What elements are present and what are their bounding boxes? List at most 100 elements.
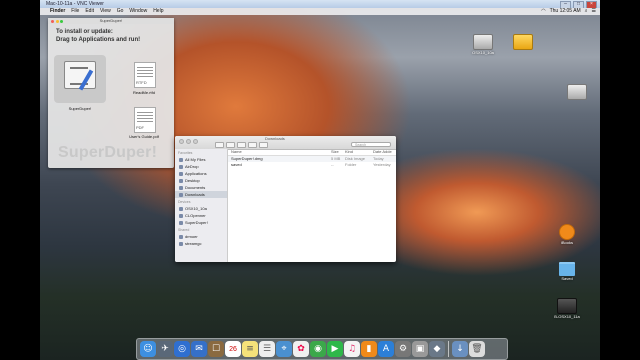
external-disk-icon [513, 34, 533, 50]
dock: ☺ ✈ ◎ ✉ ☐ 26 ≡ ☰ ⌖ ✿ ◉ ▶ ♫ ▮ A ⚙ ▣ ◆ ↓ 🗑 [136, 338, 508, 360]
airdrop-icon [179, 164, 183, 169]
menu-go[interactable]: Go [117, 8, 124, 15]
facetime-dock-icon[interactable]: ▶ [327, 341, 343, 357]
finder-file-list: Name Size Kind Date Adde SuperDuper!.dmg… [228, 149, 396, 262]
safari-dock-icon[interactable]: ◎ [174, 341, 190, 357]
shared-header: Shared [178, 228, 190, 232]
desktop-disk-osx10-11a[interactable]: B-OSX10_11a [548, 298, 586, 319]
mac-menubar: Finder File Edit View Go Window Help ◠ T… [40, 8, 600, 15]
downloads-stack-dock-icon[interactable]: ↓ [452, 341, 468, 357]
column-date[interactable]: Date Adde [373, 149, 396, 155]
desktop-ibooks[interactable]: iBooks [552, 224, 582, 245]
sidebar-item-all-my-files[interactable]: All My Files [175, 156, 227, 163]
ibooks-dock-icon[interactable]: ▮ [361, 341, 377, 357]
notification-center-icon[interactable]: ☰ [592, 8, 596, 15]
ibooks-icon [559, 224, 575, 240]
reminders-dock-icon[interactable]: ☰ [259, 341, 275, 357]
menu-finder[interactable]: Finder [50, 8, 65, 15]
sidebar-label: OSX10_10a [185, 206, 207, 211]
clock[interactable]: Thu 12:05 AM [550, 8, 581, 15]
desktop-icon-label: iBooks [560, 240, 573, 245]
sidebar-item-documents[interactable]: Documents [175, 184, 227, 191]
readme-document-icon[interactable]: RTFD [134, 62, 156, 88]
sidebar-item-clopenner[interactable]: CLOpenner [175, 212, 227, 219]
finder-search-input[interactable]: Search [351, 142, 391, 147]
column-name[interactable]: Name [228, 149, 331, 155]
menu-edit[interactable]: Edit [85, 8, 94, 15]
photos-dock-icon[interactable]: ✿ [293, 341, 309, 357]
sidebar-item-superduper[interactable]: SuperDuper! [175, 219, 227, 226]
finder-tool-buttons [215, 142, 268, 148]
sidebar-item-desktop[interactable]: Desktop [175, 177, 227, 184]
hard-disk-icon [567, 84, 587, 100]
system-preferences-dock-icon[interactable]: ⚙ [395, 341, 411, 357]
desktop-disk-osx10-10a[interactable]: OSX10_10a [468, 34, 498, 55]
sidebar-label: All My Files [185, 157, 206, 162]
finder-close-dot[interactable] [179, 139, 184, 144]
menu-help[interactable]: Help [153, 8, 163, 15]
sidebar-item-airdrop[interactable]: AirDrop [175, 163, 227, 170]
mail-dock-icon[interactable]: ✉ [191, 341, 207, 357]
vnc-title: Mac-10-11a - VNC Viewer [46, 1, 104, 7]
superduper-app-icon[interactable] [54, 55, 106, 103]
column-kind[interactable]: Kind [345, 149, 373, 155]
finder-zoom-dot[interactable] [193, 139, 198, 144]
computer-icon [179, 241, 183, 246]
itunes-dock-icon[interactable]: ♫ [344, 341, 360, 357]
notes-dock-icon[interactable]: ≡ [242, 341, 258, 357]
column-size[interactable]: Size [331, 149, 345, 155]
app-store-dock-icon[interactable]: A [378, 341, 394, 357]
table-row[interactable]: saved -- Folder Yesterday [228, 162, 396, 168]
file-kind: Folder [345, 162, 357, 167]
sidebar-item-shared-2[interactable]: streamgc [175, 240, 227, 247]
maps-dock-icon[interactable]: ⌖ [276, 341, 292, 357]
menu-view[interactable]: View [100, 8, 111, 15]
sidebar-label: AirDrop [185, 164, 199, 169]
finder-dock-icon[interactable]: ☺ [140, 341, 156, 357]
finder-traffic-lights [179, 139, 198, 144]
menu-window[interactable]: Window [129, 8, 147, 15]
view-mode-button[interactable] [237, 142, 246, 148]
utility-dock-icon[interactable]: ◆ [429, 341, 445, 357]
forward-button[interactable] [226, 142, 235, 148]
contacts-dock-icon[interactable]: ☐ [208, 341, 224, 357]
readme-label: ReadMe.rtfd [132, 90, 155, 95]
install-instructions: To install or update: Drag to Applicatio… [56, 28, 140, 44]
finder-minimize-dot[interactable] [186, 139, 191, 144]
spotlight-icon[interactable]: ⌕ [585, 8, 588, 15]
dmg-title: SuperDuper! [99, 18, 123, 23]
superduper-dock-icon[interactable]: ▣ [412, 341, 428, 357]
finder-sidebar: Favorites All My Files AirDrop Applicati… [175, 149, 228, 262]
zoom-dot[interactable] [60, 19, 63, 23]
instructions-line2: Drag to Applications and run! [56, 37, 141, 43]
sidebar-item-downloads[interactable]: Downloads [175, 191, 227, 198]
mac-desktop: Finder File Edit View Go Window Help ◠ T… [40, 8, 600, 360]
sidebar-item-shared-1[interactable]: drmoer [175, 233, 227, 240]
sidebar-label: Desktop [185, 178, 200, 183]
dock-separator [448, 341, 449, 357]
close-dot[interactable] [51, 19, 54, 23]
wifi-icon[interactable]: ◠ [541, 8, 545, 15]
finder-toolbar: Downloads Search [175, 136, 396, 150]
action-button[interactable] [259, 142, 268, 148]
sidebar-item-applications[interactable]: Applications [175, 170, 227, 177]
desktop-disk-3[interactable] [562, 84, 592, 100]
text-lines-icon [137, 67, 153, 79]
launchpad-dock-icon[interactable]: ✈ [157, 341, 173, 357]
desktop-saved-folder[interactable]: Saved [552, 262, 582, 281]
calendar-dock-icon[interactable]: 26 [225, 341, 241, 357]
trash-dock-icon[interactable]: 🗑 [469, 341, 485, 357]
disk-icon [179, 213, 183, 218]
users-guide-pdf-icon[interactable]: PDF [134, 107, 156, 133]
minimize-dot[interactable] [55, 19, 59, 23]
column-headers: Name Size Kind Date Adde [228, 149, 396, 156]
arrange-button[interactable] [248, 142, 257, 148]
messages-dock-icon[interactable]: ◉ [310, 341, 326, 357]
menu-file[interactable]: File [71, 8, 79, 15]
file-name: saved [231, 162, 242, 167]
vnc-viewer-window: Mac-10-11a - VNC Viewer – □ × Finder Fil… [40, 0, 600, 360]
back-button[interactable] [215, 142, 224, 148]
desktop-disk-yellow[interactable] [508, 34, 538, 50]
file-rows: SuperDuper!.dmg 5 MB Disk Image Today sa… [228, 156, 396, 168]
sidebar-item-osx10-10a[interactable]: OSX10_10a [175, 205, 227, 212]
